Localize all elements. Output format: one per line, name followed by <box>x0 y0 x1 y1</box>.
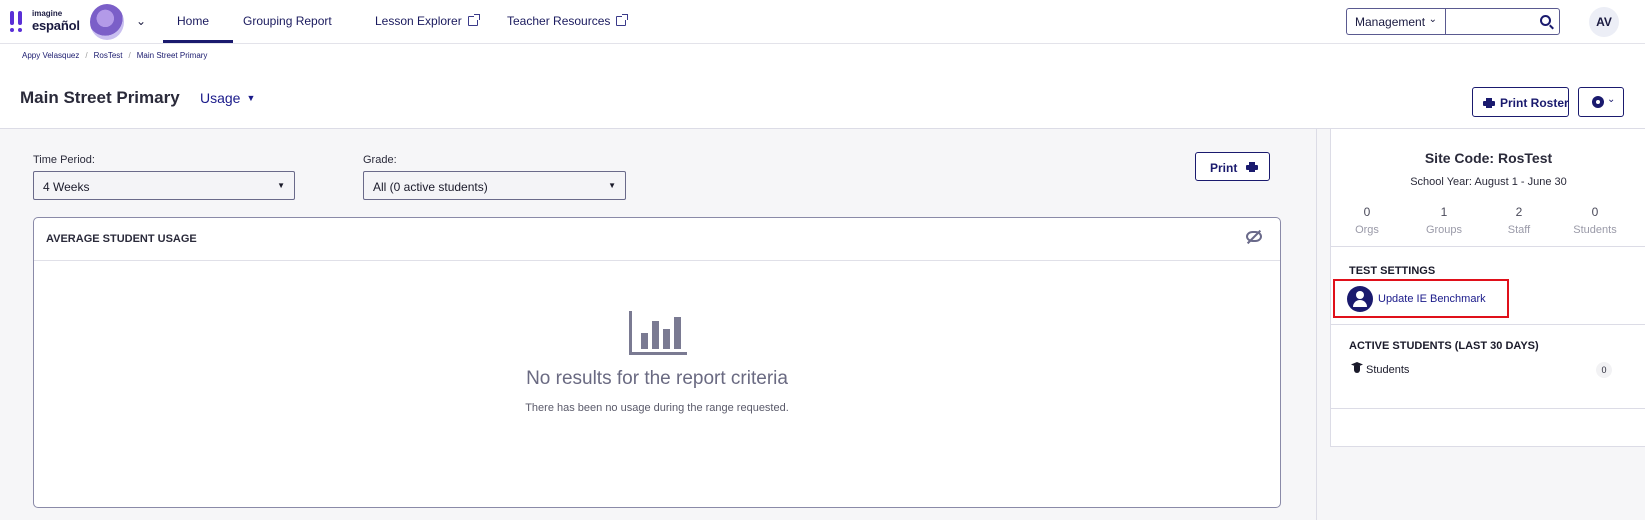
external-link-icon <box>616 14 629 26</box>
print-label: Print <box>1210 161 1238 175</box>
caret-down-icon: ▼ <box>246 93 256 103</box>
nav-grouping-report[interactable]: Grouping Report <box>243 14 332 28</box>
divider <box>1331 408 1645 409</box>
stat-value: 0 <box>1363 205 1371 219</box>
logo-text-imagine: imagine <box>32 9 63 18</box>
user-avatar[interactable]: AV <box>1589 7 1619 37</box>
card-title: AVERAGE STUDENT USAGE <box>46 233 197 245</box>
divider <box>1331 246 1645 247</box>
site-code: Site Code: RosTest <box>1424 150 1553 166</box>
printer-icon <box>1246 162 1258 172</box>
stat-value: 0 <box>1591 205 1599 219</box>
top-navigation: imagine español ⌄ Home Grouping Report L… <box>0 0 1645 44</box>
mascot-avatar-image <box>90 4 124 40</box>
settings-menu-button[interactable]: ⌄ <box>1578 87 1624 117</box>
grade-label: Grade: <box>363 154 397 166</box>
divider <box>1331 324 1645 325</box>
time-period-label: Time Period: <box>33 154 95 166</box>
card-header: AVERAGE STUDENT USAGE <box>34 218 1280 261</box>
grade-value: All (0 active students) <box>373 180 488 194</box>
stat-orgs: 0 Orgs <box>1332 205 1402 236</box>
school-year: School Year: August 1 - June 30 <box>1410 176 1567 188</box>
print-button[interactable]: Print <box>1195 152 1270 181</box>
view-dropdown[interactable]: Usage ▼ <box>200 90 255 106</box>
management-select[interactable]: Management ⌄ <box>1346 8 1445 35</box>
empty-state-title: No results for the report criteria <box>526 368 788 389</box>
breadcrumb: Appy Velasquez / RosTest / Main Street Prima… <box>22 51 207 60</box>
chevron-down-icon[interactable]: ⌄ <box>136 14 146 28</box>
imagine-espanol-logo[interactable]: imagine español <box>8 8 86 36</box>
graduation-cap-icon <box>1351 362 1363 374</box>
stat-label: Students <box>1573 224 1617 236</box>
chevron-down-icon: ⌄ <box>1428 14 1437 25</box>
search-input[interactable] <box>1445 8 1560 35</box>
stat-groups: 1 Groups <box>1409 205 1479 236</box>
time-period-select[interactable]: 4 Weeks ▼ <box>33 171 295 200</box>
print-roster-label: Print Roster <box>1500 96 1569 110</box>
logo-text-espanol: español <box>32 18 80 33</box>
nav-lesson-explorer-label: Lesson Explorer <box>375 14 462 28</box>
stat-staff: 2 Staff <box>1484 205 1554 236</box>
average-student-usage-card: AVERAGE STUDENT USAGE No results for the… <box>33 217 1281 508</box>
logo-mark-icon <box>10 11 26 33</box>
test-settings-heading: TEST SETTINGS <box>1349 265 1436 277</box>
stat-students: 0 Students <box>1560 205 1630 236</box>
eye-slash-icon[interactable] <box>1246 231 1262 242</box>
printer-icon <box>1483 98 1495 108</box>
caret-down-icon: ▼ <box>277 181 285 190</box>
bar-chart-icon <box>629 311 687 355</box>
stat-value: 1 <box>1440 205 1448 219</box>
stat-value: 2 <box>1515 205 1523 219</box>
breadcrumb-separator: / <box>85 51 88 60</box>
view-dropdown-label: Usage <box>200 90 241 106</box>
students-label[interactable]: Students <box>1366 364 1409 376</box>
search-icon[interactable] <box>1540 15 1551 26</box>
user-circle-icon <box>1347 286 1373 312</box>
nav-teacher-resources-label: Teacher Resources <box>507 14 611 28</box>
nav-home[interactable]: Home <box>177 14 209 28</box>
update-ie-benchmark-link[interactable]: Update IE Benchmark <box>1378 293 1486 305</box>
nav-teacher-resources[interactable]: Teacher Resources <box>507 14 629 28</box>
external-link-icon <box>467 14 480 26</box>
stat-label: Orgs <box>1355 224 1379 236</box>
gear-icon <box>1592 96 1604 108</box>
breadcrumb-item-site[interactable]: RosTest <box>94 51 123 60</box>
stat-label: Staff <box>1507 224 1531 236</box>
active-students-heading: ACTIVE STUDENTS (LAST 30 DAYS) <box>1349 340 1539 352</box>
grade-select[interactable]: All (0 active students) ▼ <box>363 171 626 200</box>
nav-lesson-explorer[interactable]: Lesson Explorer <box>375 14 480 28</box>
active-tab-indicator <box>163 40 233 43</box>
time-period-value: 4 Weeks <box>43 180 90 194</box>
students-count-badge: 0 <box>1596 362 1612 378</box>
breadcrumb-separator: / <box>128 51 131 60</box>
stat-label: Groups <box>1425 224 1463 236</box>
caret-down-icon: ▼ <box>608 181 616 190</box>
chevron-down-icon: ⌄ <box>1607 94 1616 105</box>
empty-state-subtitle: There has been no usage during the range… <box>525 402 789 414</box>
print-roster-button[interactable]: Print Roster <box>1472 87 1569 117</box>
site-info-panel: Site Code: RosTest School Year: August 1… <box>1330 129 1645 447</box>
breadcrumb-item-school[interactable]: Main Street Primary <box>137 51 208 60</box>
page-title: Main Street Primary <box>20 88 180 107</box>
breadcrumb-item-user[interactable]: Appy Velasquez <box>22 51 79 60</box>
management-select-label: Management <box>1355 15 1426 29</box>
